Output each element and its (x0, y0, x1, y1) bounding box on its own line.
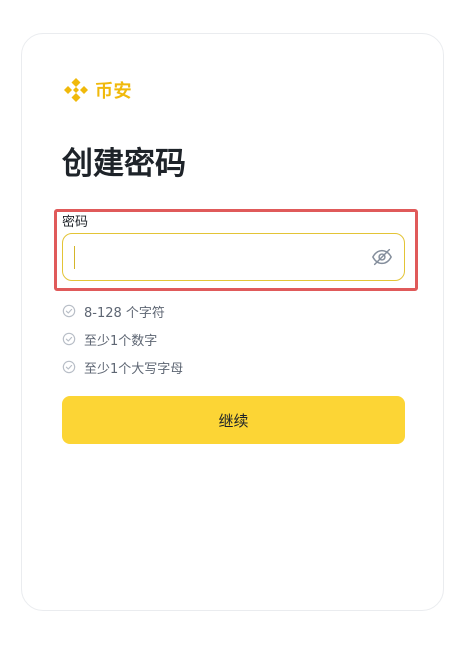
brand-name: 币安 (95, 81, 132, 102)
requirement-item: 8-128 个字符 (62, 297, 183, 325)
signup-card: 币安 创建密码 密码 8-128 个字符 至少1个数字 至少1个大写字母 继续 (21, 33, 444, 611)
password-label: 密码 (62, 215, 89, 230)
text-caret (74, 246, 75, 269)
requirement-text: 至少1个大写字母 (84, 361, 184, 377)
password-input-wrapper[interactable] (62, 233, 405, 281)
requirement-text: 8-128 个字符 (84, 305, 165, 321)
check-circle-icon (62, 360, 76, 374)
password-requirements: 8-128 个字符 至少1个数字 至少1个大写字母 (62, 297, 183, 381)
requirement-item: 至少1个数字 (62, 325, 183, 353)
check-circle-icon (62, 332, 76, 346)
brand-logo[interactable]: 币安 (62, 76, 132, 104)
password-input[interactable] (63, 234, 366, 280)
check-circle-icon (62, 304, 76, 318)
page-title: 创建密码 (62, 146, 186, 182)
binance-logo-icon (62, 76, 90, 104)
continue-button[interactable]: 继续 (62, 396, 405, 444)
requirement-item: 至少1个大写字母 (62, 353, 183, 381)
requirement-text: 至少1个数字 (84, 333, 158, 349)
eye-off-icon[interactable] (366, 241, 398, 273)
